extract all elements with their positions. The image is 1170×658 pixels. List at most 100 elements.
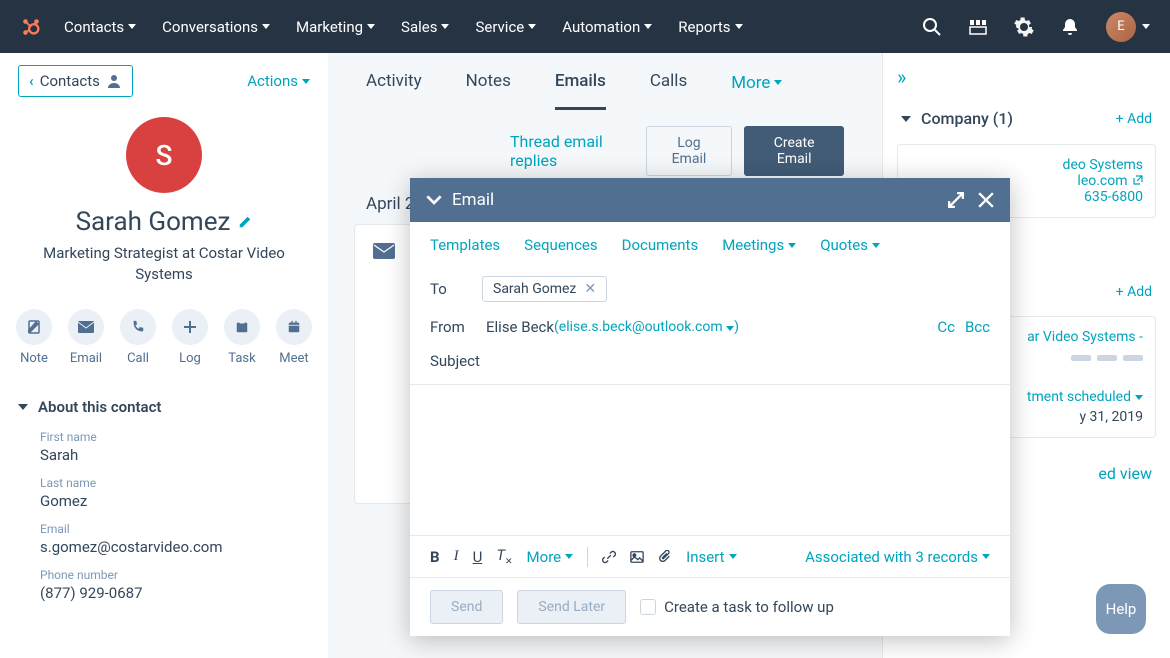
company-domain-link[interactable]: leo.com bbox=[1077, 173, 1143, 189]
actions-dropdown[interactable]: Actions bbox=[247, 72, 310, 90]
chevron-down-icon bbox=[565, 554, 573, 559]
send-later-button[interactable]: Send Later bbox=[517, 590, 626, 624]
plus-icon bbox=[182, 319, 198, 335]
chevron-down-icon bbox=[302, 79, 310, 84]
chevron-down-icon bbox=[644, 24, 652, 29]
image-button[interactable] bbox=[630, 550, 644, 564]
format-more-dropdown[interactable]: More bbox=[527, 548, 574, 566]
divider bbox=[587, 547, 588, 567]
associated-records-dropdown[interactable]: Associated with 3 records bbox=[805, 548, 990, 566]
nav-conversations[interactable]: Conversations bbox=[162, 18, 270, 36]
send-button[interactable]: Send bbox=[430, 590, 503, 624]
cc-link[interactable]: Cc bbox=[937, 318, 955, 336]
subject-input[interactable]: Subject bbox=[430, 352, 480, 370]
chevron-down-icon bbox=[128, 24, 136, 29]
company-section-header[interactable]: Company (1) + Add bbox=[883, 101, 1170, 136]
add-deal-link[interactable]: + Add bbox=[1116, 284, 1152, 300]
meetings-dropdown[interactable]: Meetings bbox=[722, 236, 796, 254]
chevron-down-icon bbox=[262, 24, 270, 29]
action-call[interactable]: Call bbox=[120, 309, 156, 366]
sequences-link[interactable]: Sequences bbox=[524, 236, 597, 254]
chevron-down-icon bbox=[774, 80, 782, 85]
nav-reports[interactable]: Reports bbox=[678, 18, 742, 36]
tab-emails[interactable]: Emails bbox=[555, 71, 606, 110]
field-label: First name bbox=[40, 430, 288, 444]
compose-email-modal: Email Templates Sequences Documents Meet… bbox=[410, 178, 1010, 636]
chevron-down-icon bbox=[726, 326, 734, 331]
hubspot-logo-icon[interactable] bbox=[20, 16, 42, 38]
underline-button[interactable]: U bbox=[473, 548, 483, 566]
nav-marketing[interactable]: Marketing bbox=[296, 18, 375, 36]
tab-more[interactable]: More bbox=[731, 71, 782, 110]
board-view-link[interactable]: ed view bbox=[1098, 464, 1152, 483]
company-name-link[interactable]: deo Systems bbox=[1063, 157, 1143, 173]
clear-format-button[interactable]: T✕ bbox=[496, 546, 512, 567]
company-phone-link[interactable]: 635-6800 bbox=[1084, 189, 1143, 205]
nav-service[interactable]: Service bbox=[475, 18, 536, 36]
action-note[interactable]: Note bbox=[16, 309, 52, 366]
insert-dropdown[interactable]: Insert bbox=[686, 548, 736, 566]
add-company-link[interactable]: + Add bbox=[1116, 111, 1152, 127]
nav-contacts[interactable]: Contacts bbox=[64, 18, 136, 36]
chevron-down-icon bbox=[788, 243, 796, 248]
remove-recipient-icon[interactable]: ✕ bbox=[584, 281, 596, 297]
task-icon bbox=[235, 320, 249, 334]
link-button[interactable] bbox=[602, 550, 616, 564]
chevron-down-icon bbox=[982, 554, 990, 559]
field-value[interactable]: Sarah bbox=[40, 446, 288, 464]
chevron-down-icon bbox=[872, 243, 880, 248]
attachment-button[interactable] bbox=[658, 550, 672, 564]
tab-activity[interactable]: Activity bbox=[366, 71, 422, 110]
followup-task-checkbox[interactable] bbox=[640, 599, 656, 615]
from-email-dropdown[interactable]: (elise.s.beck@outlook.com ) bbox=[554, 319, 739, 335]
contact-name: Sarah Gomez bbox=[76, 207, 231, 237]
bcc-link[interactable]: Bcc bbox=[965, 318, 990, 336]
chevron-down-icon bbox=[1135, 395, 1143, 400]
chevron-down-icon bbox=[367, 24, 375, 29]
user-menu[interactable]: E bbox=[1106, 12, 1150, 42]
action-log[interactable]: Log bbox=[172, 309, 208, 366]
top-nav: Contacts Conversations Marketing Sales S… bbox=[0, 0, 1170, 53]
documents-link[interactable]: Documents bbox=[622, 236, 699, 254]
edit-icon[interactable] bbox=[238, 215, 252, 229]
tab-notes[interactable]: Notes bbox=[466, 71, 511, 110]
chevron-down-icon bbox=[735, 24, 743, 29]
action-email[interactable]: Email bbox=[68, 309, 104, 366]
action-task[interactable]: Task bbox=[224, 309, 260, 366]
field-label: Email bbox=[40, 522, 288, 536]
thread-replies-link[interactable]: Thread email replies bbox=[510, 132, 634, 170]
notifications-icon[interactable] bbox=[1060, 17, 1080, 37]
italic-button[interactable]: I bbox=[454, 548, 459, 565]
collapse-icon[interactable] bbox=[426, 192, 442, 208]
field-value[interactable]: (877) 929-0687 bbox=[40, 584, 288, 602]
back-contacts-button[interactable]: ‹ Contacts bbox=[18, 65, 133, 97]
tab-calls[interactable]: Calls bbox=[650, 71, 687, 110]
nav-sales[interactable]: Sales bbox=[401, 18, 449, 36]
recipient-chip[interactable]: Sarah Gomez ✕ bbox=[482, 276, 607, 302]
create-email-button[interactable]: Create Email bbox=[744, 126, 844, 176]
from-label: From bbox=[430, 318, 482, 336]
left-sidebar: ‹ Contacts Actions S Sarah Gomez Marketi… bbox=[0, 53, 328, 658]
expand-icon[interactable] bbox=[948, 192, 964, 208]
collapse-sidebar-icon[interactable]: » bbox=[883, 53, 1170, 101]
settings-icon[interactable] bbox=[1014, 17, 1034, 37]
help-button[interactable]: Help bbox=[1096, 584, 1146, 634]
field-value[interactable]: Gomez bbox=[40, 492, 288, 510]
field-value[interactable]: s.gomez@costarvideo.com bbox=[40, 538, 288, 556]
action-meet[interactable]: Meet bbox=[276, 309, 312, 366]
close-icon[interactable] bbox=[978, 192, 994, 208]
person-icon bbox=[106, 73, 122, 89]
bold-button[interactable]: B bbox=[430, 548, 440, 566]
log-email-button[interactable]: Log Email bbox=[646, 126, 733, 176]
nav-automation[interactable]: Automation bbox=[562, 18, 652, 36]
chevron-down-icon bbox=[441, 24, 449, 29]
about-section-header[interactable]: About this contact bbox=[0, 384, 328, 424]
templates-link[interactable]: Templates bbox=[430, 236, 500, 254]
marketplace-icon[interactable] bbox=[968, 17, 988, 37]
compose-body[interactable] bbox=[410, 385, 1010, 535]
chevron-down-icon bbox=[528, 24, 536, 29]
quotes-dropdown[interactable]: Quotes bbox=[820, 236, 880, 254]
search-icon[interactable] bbox=[922, 17, 942, 37]
contact-avatar[interactable]: S bbox=[126, 117, 202, 193]
contact-title: Marketing Strategist at Costar Video Sys… bbox=[20, 243, 308, 285]
